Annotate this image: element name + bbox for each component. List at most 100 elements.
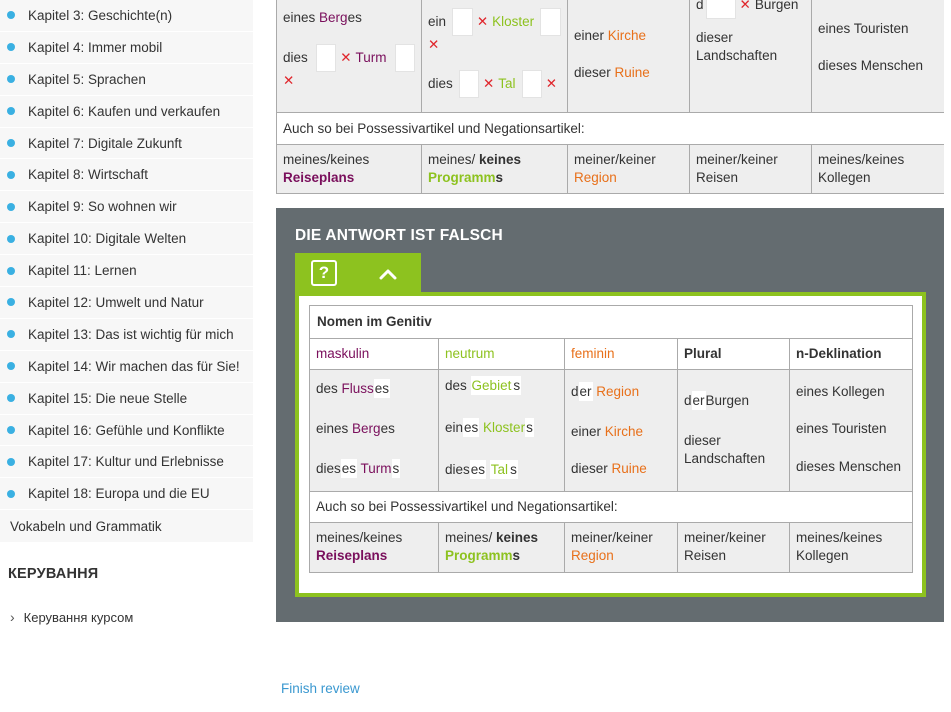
sidebar-item-label: Kapitel 17: Kultur und Erlebnisse (28, 454, 224, 470)
cell-line: einer Kirche (571, 424, 644, 439)
cell-line: dies ✕ Turm (283, 44, 415, 72)
bullet-icon (7, 266, 15, 275)
bullet-icon (7, 362, 15, 371)
sidebar-item-label: Vokabeln und Grammatik (10, 518, 162, 534)
sidebar-item-vocab[interactable]: Vokabeln und Grammatik (0, 510, 253, 543)
sidebar-item-chapter[interactable]: Kapitel 8: Wirtschaft (0, 159, 253, 192)
answer-box: Nomen im Genitiv maskulin neutrum femini… (295, 292, 926, 597)
bullet-icon (7, 139, 15, 147)
header-plural: Plural (677, 338, 790, 370)
cell-line: der Region (571, 382, 640, 401)
wrong-icon: ✕ (428, 37, 440, 52)
bullet-icon (7, 202, 15, 211)
wrong-icon: ✕ (283, 73, 295, 88)
header-maskulin: maskulin (309, 338, 439, 370)
wrong-icon: ✕ (340, 50, 352, 65)
bullet-icon (7, 43, 15, 52)
sidebar: Kapitel 3: Geschichte(n) Kapitel 4: Immer… (0, 0, 253, 543)
cell-line: eines Touristen (818, 21, 909, 36)
table-row: Auch so bei Possessivartikel und Negatio… (308, 491, 914, 523)
sidebar-item-chapter[interactable]: Kapitel 5: Sprachen (0, 63, 253, 96)
sidebar-item-chapter[interactable]: Kapitel 7: Digitale Zukunft (0, 127, 253, 160)
sidebar-item-chapter[interactable]: Kapitel 9: So wohnen wir (0, 191, 253, 224)
wrong-icon: ✕ (482, 76, 495, 91)
header-ndeklination: n-Deklination (788, 338, 914, 370)
gap-input[interactable] (458, 70, 479, 98)
gap-input[interactable] (394, 44, 415, 72)
table-row: meines/keines Reiseplans meines/ keines Pr… (276, 144, 944, 194)
table-row: eines Berges dies ✕ Turm ✕ ein ✕ Kloster ✕ d… (276, 0, 944, 113)
sidebar-item-chapter[interactable]: Kapitel 17: Kultur und Erlebnisse (0, 446, 253, 479)
cell-line: ✕ (428, 36, 561, 54)
sidebar-item-chapter[interactable]: Kapitel 13: Das ist wichtig für mich (0, 318, 253, 351)
cell-line: eines Berges (283, 10, 362, 25)
question-icon[interactable]: ? (311, 260, 337, 286)
cell-line: eines Kollegen (796, 384, 885, 399)
sidebar-item-label: Kapitel 3: Geschichte(n) (28, 7, 173, 23)
cell-line: dieses Turms (316, 459, 401, 478)
feedback-panel: DIE ANTWORT IST FALSCH ? Nomen im Geniti… (276, 208, 944, 622)
possessive-note: Auch so bei Possessivartikel und Negatio… (308, 491, 914, 523)
finish-review-link[interactable]: Finish review (281, 681, 360, 696)
sidebar-item-label: Kapitel 9: So wohnen wir (28, 199, 177, 215)
cell-line: des Flusses (316, 379, 391, 398)
bullet-icon (7, 394, 15, 403)
sidebar-item-chapter[interactable]: Kapitel 12: Umwelt und Natur (0, 287, 253, 319)
bullet-icon (7, 457, 15, 466)
chevron-up-icon[interactable] (377, 263, 399, 285)
table-row: Nomen im Genitiv (308, 305, 914, 339)
question-table: eines Berges dies ✕ Turm ✕ ein ✕ Kloster ✕ d… (276, 0, 944, 194)
wrong-icon: ✕ (476, 14, 489, 29)
table-row: Auch so bei Possessivartikel und Negatio… (276, 112, 944, 145)
cell-line: eines Touristen (796, 421, 887, 436)
gap-input[interactable] (521, 70, 542, 98)
table-title: Nomen im Genitiv (308, 305, 914, 339)
sidebar-item-label: Kapitel 10: Digitale Welten (28, 231, 187, 247)
sidebar-item-chapter[interactable]: Kapitel 6: Kaufen und verkaufen (0, 95, 253, 128)
table-row: meines/keines Reiseplans meines/ keines Pr… (309, 522, 914, 573)
sidebar-item-chapter[interactable]: Kapitel 16: Gefühle und Konflikte (0, 414, 253, 447)
cell-line: ✕ (283, 72, 415, 90)
gap-input[interactable] (705, 0, 736, 19)
sidebar-item-chapter[interactable]: Kapitel 14: Wir machen das für Sie! (0, 350, 253, 383)
gap-input[interactable] (540, 8, 561, 36)
cell-line: eines Berges (316, 421, 395, 436)
sidebar-item-chapter[interactable]: Kapitel 11: Lernen (0, 255, 253, 288)
manage-course-label: Керування курсом (23, 609, 134, 625)
sidebar-item-chapter[interactable]: Kapitel 3: Geschichte(n) (0, 0, 253, 32)
bullet-icon (7, 298, 15, 307)
cell-line: dieses Menschen (796, 459, 902, 474)
cell-line: Landschaften (684, 451, 766, 466)
sidebar-item-label: Kapitel 7: Digitale Zukunft (28, 135, 182, 151)
manage-course-link[interactable]: › Керування курсом (10, 609, 133, 625)
chevron-right-icon: › (10, 609, 15, 625)
gap-input[interactable] (452, 8, 473, 36)
bullet-icon (7, 489, 15, 498)
gap-input[interactable] (315, 44, 337, 72)
sidebar-item-label: Kapitel 16: Gefühle und Konflikte (28, 422, 225, 438)
cell-line: eines Klosters (445, 418, 534, 437)
sidebar-item-label: Kapitel 13: Das ist wichtig für mich (28, 326, 234, 342)
question-table-wrap: eines Berges dies ✕ Turm ✕ ein ✕ Kloster ✕ d… (276, 0, 944, 194)
cell-line: dieses Tal s (445, 460, 518, 479)
sidebar-item-label: Kapitel 4: Immer mobil (28, 39, 163, 55)
sidebar-item-label: Kapitel 12: Umwelt und Natur (28, 294, 204, 310)
cell-line: derBurgen (684, 391, 750, 410)
sidebar-item-label: Kapitel 6: Kaufen und verkaufen (28, 103, 221, 119)
sidebar-item-label: Kapitel 5: Sprachen (28, 71, 146, 87)
sidebar-item-chapter[interactable]: Kapitel 4: Immer mobil (0, 31, 253, 64)
sidebar-item-chapter[interactable]: Kapitel 10: Digitale Welten (0, 223, 253, 256)
cell-line: einer Kirche (574, 28, 647, 43)
cell-line: dieser Ruine (574, 65, 650, 80)
cell-line: ein ✕ Kloster (428, 8, 561, 36)
sidebar-item-label: Kapitel 14: Wir machen das für Sie! (28, 358, 240, 374)
cell-line: dieser (684, 433, 721, 448)
sidebar-item-chapter[interactable]: Kapitel 18: Europa und die EU (0, 478, 253, 511)
cell-line: dieser Ruine (571, 461, 647, 476)
sidebar-item-label: Kapitel 15: Die neue Stelle (28, 390, 188, 406)
answer-table: Nomen im Genitiv maskulin neutrum femini… (308, 305, 914, 573)
sidebar-item-chapter[interactable]: Kapitel 15: Die neue Stelle (0, 382, 253, 415)
bullet-icon (7, 170, 15, 179)
header-feminin: feminin (564, 338, 678, 370)
cell-line: dieses Menschen (818, 58, 924, 73)
